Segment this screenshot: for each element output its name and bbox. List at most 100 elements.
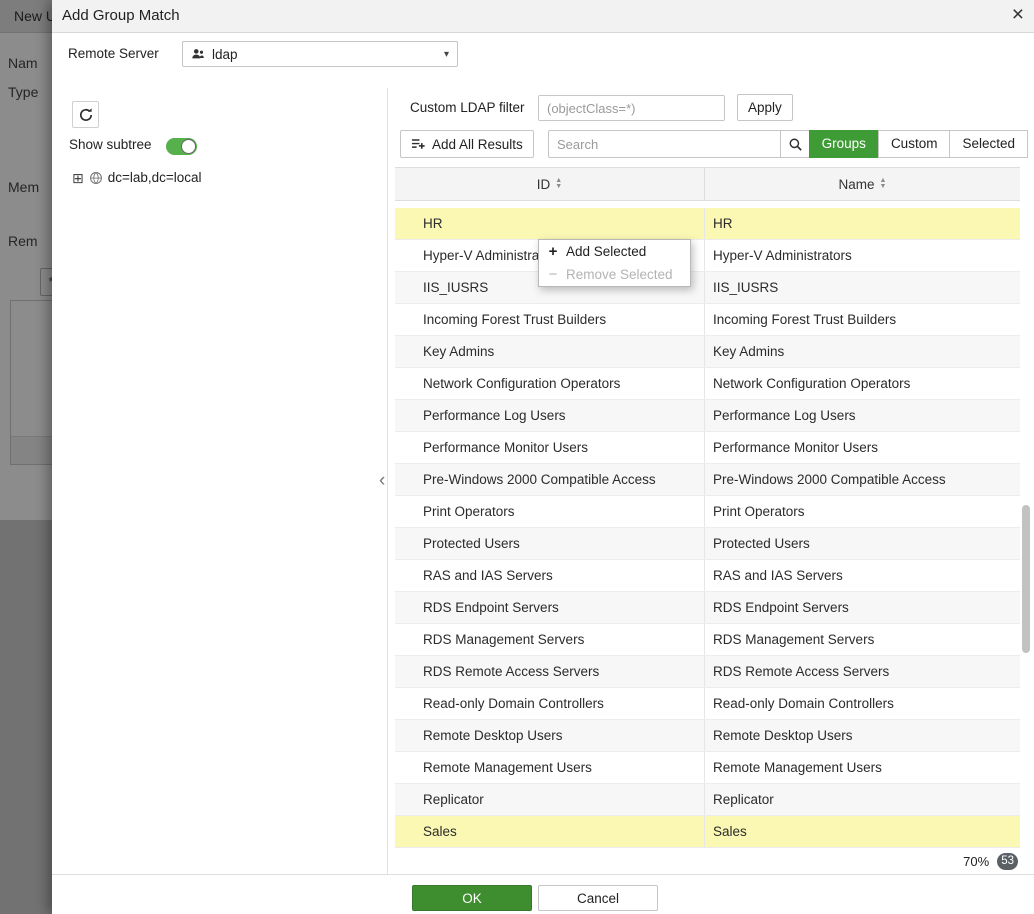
- tree-root-label: dc=lab,dc=local: [108, 170, 202, 185]
- table-row[interactable]: Incoming Forest Trust BuildersIncoming F…: [395, 304, 1020, 336]
- vertical-scrollbar[interactable]: [1022, 505, 1030, 653]
- row-name-cell[interactable]: IIS_IUSRS: [705, 272, 1020, 303]
- plus-icon: +: [547, 243, 559, 260]
- show-subtree-toggle[interactable]: [166, 138, 197, 155]
- dialog-footer: OK Cancel: [52, 874, 1034, 914]
- row-id-cell[interactable]: Print Operators: [395, 496, 705, 527]
- remote-server-dropdown[interactable]: ldap ▾: [182, 41, 458, 67]
- refresh-button[interactable]: [72, 101, 99, 128]
- table-row[interactable]: Hyper-V AdministratorsHyper-V Administra…: [395, 240, 1020, 272]
- table-row[interactable]: Key AdminsKey Admins: [395, 336, 1020, 368]
- column-header-name[interactable]: Name ▲▼: [705, 168, 1020, 200]
- close-icon[interactable]: ×: [1012, 0, 1024, 30]
- row-id-cell[interactable]: Protected Users: [395, 528, 705, 559]
- table-row[interactable]: Print OperatorsPrint Operators: [395, 496, 1020, 528]
- row-id-cell[interactable]: RAS and IAS Servers: [395, 560, 705, 591]
- result-filter-tabs: GroupsCustomSelected: [810, 130, 1028, 158]
- tab-selected[interactable]: Selected: [949, 130, 1028, 158]
- row-name-cell[interactable]: Pre-Windows 2000 Compatible Access: [705, 464, 1020, 495]
- table-row[interactable]: Protected UsersProtected Users: [395, 528, 1020, 560]
- context-menu-item-label: Remove Selected: [566, 267, 673, 282]
- ldap-server-icon: [191, 47, 205, 61]
- sort-icon: ▲▼: [880, 178, 887, 190]
- dialog-header: [52, 0, 1034, 33]
- table-row[interactable]: ReplicatorReplicator: [395, 784, 1020, 816]
- chevron-down-icon: ▾: [444, 49, 449, 60]
- row-name-cell[interactable]: Read-only Domain Controllers: [705, 688, 1020, 719]
- row-name-cell[interactable]: Incoming Forest Trust Builders: [705, 304, 1020, 335]
- row-id-cell[interactable]: Replicator: [395, 784, 705, 815]
- minus-icon: −: [547, 266, 559, 283]
- apply-button[interactable]: Apply: [737, 94, 793, 121]
- context-menu-item-add-selected[interactable]: + Add Selected: [539, 240, 690, 263]
- row-name-cell[interactable]: Hyper-V Administrators: [705, 240, 1020, 271]
- table-row[interactable]: RDS Remote Access ServersRDS Remote Acce…: [395, 656, 1020, 688]
- table-row[interactable]: Network Configuration OperatorsNetwork C…: [395, 368, 1020, 400]
- table-row[interactable]: RDS Endpoint ServersRDS Endpoint Servers: [395, 592, 1020, 624]
- context-menu-item-label: Add Selected: [566, 244, 646, 259]
- table-row[interactable]: Remote Desktop UsersRemote Desktop Users: [395, 720, 1020, 752]
- table-row[interactable]: Pre-Windows 2000 Compatible AccessPre-Wi…: [395, 464, 1020, 496]
- table-row[interactable]: Performance Log UsersPerformance Log Use…: [395, 400, 1020, 432]
- tab-groups[interactable]: Groups: [809, 130, 879, 158]
- row-name-cell[interactable]: RDS Management Servers: [705, 624, 1020, 655]
- row-name-cell[interactable]: RDS Remote Access Servers: [705, 656, 1020, 687]
- row-id-cell[interactable]: Remote Desktop Users: [395, 720, 705, 751]
- row-id-cell[interactable]: RDS Management Servers: [395, 624, 705, 655]
- tree-root-node[interactable]: ⊞ dc=lab,dc=local: [72, 170, 202, 185]
- table-row[interactable]: SalesSales: [395, 816, 1020, 848]
- row-name-cell[interactable]: Protected Users: [705, 528, 1020, 559]
- search-input[interactable]: [548, 130, 781, 158]
- result-count-badge: 53: [997, 853, 1018, 870]
- search-button[interactable]: [780, 130, 810, 158]
- cancel-button[interactable]: Cancel: [538, 885, 658, 911]
- row-name-cell[interactable]: Key Admins: [705, 336, 1020, 367]
- row-id-cell[interactable]: Performance Log Users: [395, 400, 705, 431]
- ldap-filter-input[interactable]: [538, 95, 725, 121]
- add-all-results-button[interactable]: Add All Results: [400, 130, 534, 158]
- row-name-cell[interactable]: Network Configuration Operators: [705, 368, 1020, 399]
- row-name-cell[interactable]: Sales: [705, 816, 1020, 847]
- row-id-cell[interactable]: Read-only Domain Controllers: [395, 688, 705, 719]
- table-row[interactable]: Read-only Domain ControllersRead-only Do…: [395, 688, 1020, 720]
- custom-ldap-filter-label: Custom LDAP filter: [410, 100, 525, 115]
- row-name-cell[interactable]: Remote Management Users: [705, 752, 1020, 783]
- table-row[interactable]: RAS and IAS ServersRAS and IAS Servers: [395, 560, 1020, 592]
- column-header-id[interactable]: ID ▲▼: [395, 168, 705, 200]
- tab-custom[interactable]: Custom: [878, 130, 951, 158]
- context-menu-item-remove-selected: −Remove Selected: [539, 263, 690, 286]
- row-id-cell[interactable]: Incoming Forest Trust Builders: [395, 304, 705, 335]
- row-name-cell[interactable]: Performance Log Users: [705, 400, 1020, 431]
- table-row[interactable]: RDS Management ServersRDS Management Ser…: [395, 624, 1020, 656]
- table-row[interactable]: HRHR: [395, 208, 1020, 240]
- add-group-match-dialog: Add Group Match × Remote Server ldap ▾ ‹…: [52, 0, 1034, 914]
- table-footer: 70% 53: [395, 848, 1020, 874]
- ok-button[interactable]: OK: [412, 885, 532, 911]
- row-id-cell[interactable]: RDS Remote Access Servers: [395, 656, 705, 687]
- row-id-cell[interactable]: Key Admins: [395, 336, 705, 367]
- row-name-cell[interactable]: Performance Monitor Users: [705, 432, 1020, 463]
- collapse-panel-icon[interactable]: ‹: [379, 470, 385, 492]
- row-name-cell[interactable]: Print Operators: [705, 496, 1020, 527]
- table-row[interactable]: IIS_IUSRSIIS_IUSRS: [395, 272, 1020, 304]
- table-row[interactable]: Remote Management UsersRemote Management…: [395, 752, 1020, 784]
- row-id-cell[interactable]: Pre-Windows 2000 Compatible Access: [395, 464, 705, 495]
- column-header-name-label: Name: [839, 177, 875, 192]
- row-name-cell[interactable]: Remote Desktop Users: [705, 720, 1020, 751]
- row-name-cell[interactable]: Replicator: [705, 784, 1020, 815]
- table-row[interactable]: Performance Monitor UsersPerformance Mon…: [395, 432, 1020, 464]
- row-name-cell[interactable]: RDS Endpoint Servers: [705, 592, 1020, 623]
- row-id-cell[interactable]: HR: [395, 208, 705, 239]
- row-name-cell[interactable]: RAS and IAS Servers: [705, 560, 1020, 591]
- add-all-results-label: Add All Results: [432, 137, 523, 152]
- row-id-cell[interactable]: RDS Endpoint Servers: [395, 592, 705, 623]
- row-id-cell[interactable]: Remote Management Users: [395, 752, 705, 783]
- row-id-cell[interactable]: Sales: [395, 816, 705, 847]
- tree-expand-icon[interactable]: ⊞: [72, 171, 84, 185]
- row-id-cell[interactable]: Performance Monitor Users: [395, 432, 705, 463]
- row-id-cell[interactable]: Network Configuration Operators: [395, 368, 705, 399]
- scroll-percent: 70%: [963, 854, 989, 869]
- refresh-icon: [78, 107, 94, 123]
- row-name-cell[interactable]: HR: [705, 208, 1020, 239]
- table-header: ID ▲▼ Name ▲▼: [395, 167, 1020, 201]
